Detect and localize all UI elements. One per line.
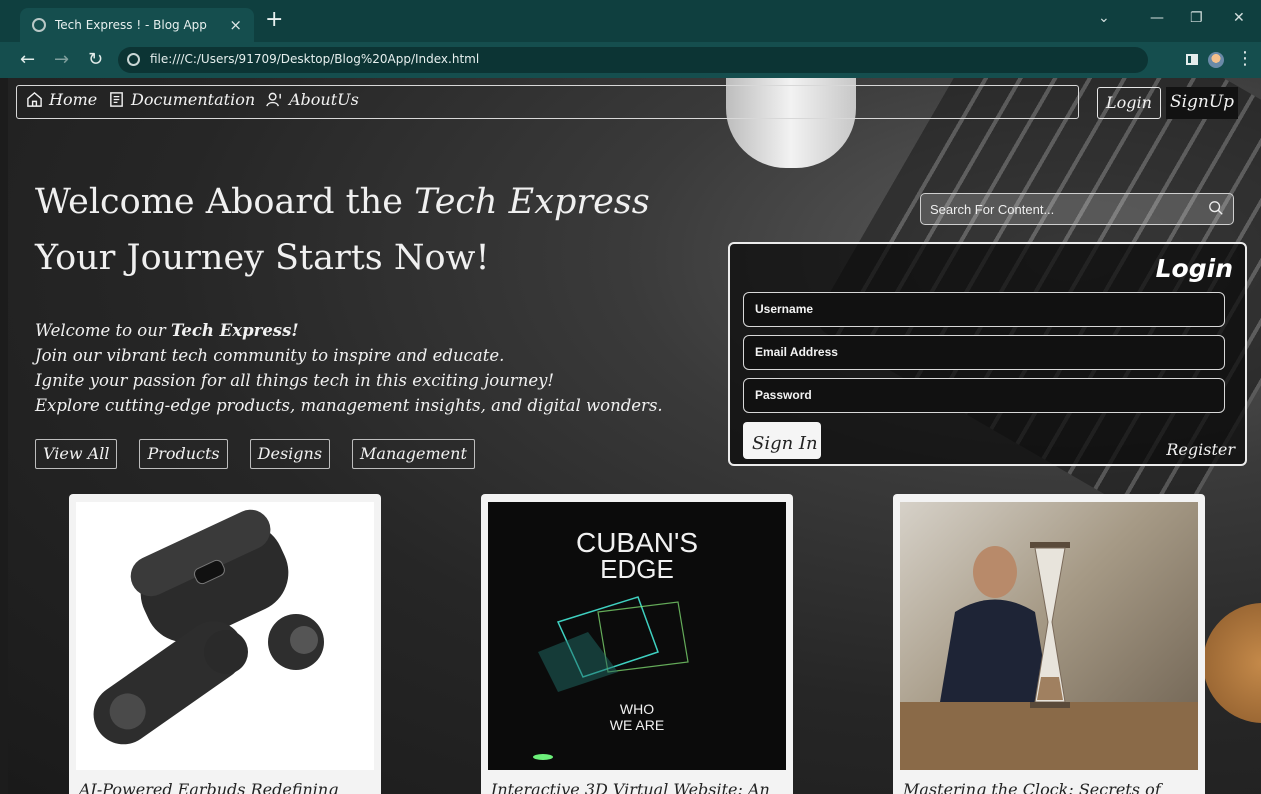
register-link[interactable]: Register — [1166, 440, 1235, 459]
login-form: Login Username Email Address Password Si… — [728, 242, 1247, 466]
site-info-icon[interactable] — [127, 53, 140, 66]
card-image: CUBAN'S EDGE WHO WE ARE — [488, 502, 786, 770]
card-image — [900, 502, 1198, 770]
intro-text: Welcome to our Tech Express! Join our vi… — [35, 318, 663, 418]
image-subtitle: EDGE — [600, 554, 674, 584]
card-image — [76, 502, 374, 770]
side-panel-icon[interactable] — [1186, 54, 1198, 65]
nav-about-label: AboutUs — [289, 90, 359, 109]
sign-in-button[interactable]: Sign In — [743, 422, 821, 459]
intro-line: Welcome to our Tech Express! — [35, 318, 663, 343]
search-box[interactable]: Search For Content... — [920, 193, 1234, 225]
image-we-are: WE ARE — [610, 717, 664, 733]
intro-line: Join our vibrant tech community to inspi… — [35, 346, 505, 365]
tab-search-icon[interactable]: ⌄ — [1098, 10, 1110, 26]
category-buttons: View All Products Designs Management — [35, 439, 475, 469]
username-placeholder: Username — [755, 302, 814, 316]
new-tab-button[interactable]: + — [265, 9, 283, 31]
hero-heading-prefix: Welcome Aboard the — [35, 182, 415, 222]
hero-subheading: Your Journey Starts Now! — [35, 238, 490, 278]
url-field[interactable]: file:///C:/Users/91709/Desktop/Blog%20Ap… — [118, 47, 1148, 73]
back-icon[interactable]: ← — [20, 49, 35, 70]
blog-card[interactable]: Mastering the Clock: Secrets of — [893, 494, 1205, 794]
website-image: CUBAN'S EDGE WHO WE ARE — [533, 527, 698, 760]
nav-about[interactable]: AboutUs — [266, 90, 359, 109]
intro-prefix: Welcome to our — [35, 321, 171, 340]
hero-heading: Welcome Aboard the Tech Express — [35, 182, 650, 222]
reload-icon[interactable]: ↻ — [88, 49, 103, 70]
earbuds-image — [93, 509, 324, 745]
password-field[interactable]: Password — [743, 378, 1225, 413]
category-management-button[interactable]: Management — [352, 439, 475, 469]
category-designs-button[interactable]: Designs — [249, 439, 331, 469]
category-view-all-button[interactable]: View All — [35, 439, 118, 469]
search-input[interactable]: Search For Content... — [930, 202, 1054, 217]
globe-icon — [32, 18, 46, 32]
background-coaster — [1203, 603, 1261, 723]
nav-home[interactable]: Home — [26, 90, 97, 109]
browser-tabbar: Tech Express ! - Blog App × + ⌄ — ❐ ✕ — [0, 0, 1261, 42]
users-icon — [266, 92, 281, 107]
nav-home-label: Home — [49, 90, 98, 109]
intro-brand: Tech Express! — [171, 321, 299, 340]
home-icon — [27, 91, 42, 107]
blog-card[interactable]: AI-Powered Earbuds Redefining — [69, 494, 381, 794]
login-form-title: Login — [1155, 254, 1233, 283]
tab-close-icon[interactable]: × — [229, 16, 242, 34]
card-caption[interactable]: Interactive 3D Virtual Website: An — [491, 780, 770, 794]
hero-brand: Tech Express — [414, 182, 650, 222]
restore-icon[interactable]: ❐ — [1190, 10, 1203, 26]
window-close-icon[interactable]: ✕ — [1233, 10, 1245, 26]
profile-avatar[interactable] — [1208, 52, 1224, 68]
search-icon[interactable] — [1208, 200, 1224, 216]
email-field[interactable]: Email Address — [743, 335, 1225, 370]
url-text: file:///C:/Users/91709/Desktop/Blog%20Ap… — [150, 52, 480, 66]
category-products-button[interactable]: Products — [139, 439, 228, 469]
blog-card[interactable]: CUBAN'S EDGE WHO WE ARE Interactive 3D V… — [481, 494, 793, 794]
username-field[interactable]: Username — [743, 292, 1225, 327]
nav-documentation-label: Documentation — [131, 90, 256, 109]
browser-tab[interactable]: Tech Express ! - Blog App × — [20, 8, 254, 42]
login-button[interactable]: Login — [1097, 87, 1161, 119]
forward-icon[interactable]: → — [54, 49, 69, 70]
signup-button[interactable]: SignUp — [1166, 87, 1238, 119]
minimize-icon[interactable]: — — [1150, 10, 1164, 26]
hourglass-image — [900, 542, 1198, 770]
password-placeholder: Password — [755, 388, 812, 402]
image-who: WHO — [620, 701, 654, 717]
menu-icon[interactable]: ⋮ — [1236, 48, 1254, 69]
card-caption[interactable]: Mastering the Clock: Secrets of — [903, 780, 1161, 794]
page-viewport: Home Documentation AboutUs Login SignUp … — [8, 78, 1261, 794]
intro-line: Explore cutting-edge products, managemen… — [35, 396, 663, 415]
intro-line: Ignite your passion for all things tech … — [35, 371, 555, 390]
tab-title: Tech Express ! - Blog App — [55, 18, 207, 32]
card-caption[interactable]: AI-Powered Earbuds Redefining — [79, 780, 338, 794]
nav-documentation[interactable]: Documentation — [108, 90, 255, 109]
email-placeholder: Email Address — [755, 345, 838, 359]
document-icon — [110, 92, 123, 107]
address-bar: ← → ↻ file:///C:/Users/91709/Desktop/Blo… — [0, 42, 1261, 78]
